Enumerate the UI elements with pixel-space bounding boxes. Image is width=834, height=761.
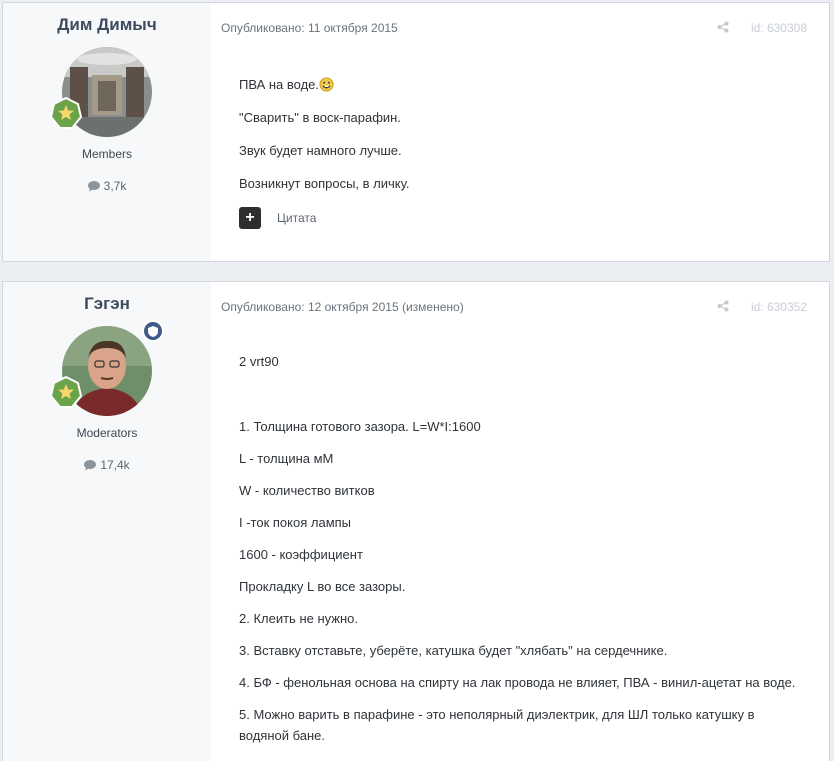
author-panel: Дим Димыч Members 3,7k: [3, 3, 211, 261]
post-line: Прокладку L во все зазоры.: [239, 579, 406, 594]
author-panel: Гэгэн Moderators 17,4k: [3, 282, 211, 761]
avatar-wrap: [50, 320, 164, 416]
post-line: Возникнут вопросы, в личку.: [239, 176, 410, 191]
post-line: 4. БФ - фенольная основа на спирту на ла…: [239, 675, 796, 690]
published-date[interactable]: Опубликовано: 12 октября 2015: [221, 300, 399, 314]
edited-label[interactable]: (изменено): [402, 300, 464, 314]
post-line: 1. Толщина готового зазора. L=W*I:1600: [239, 419, 481, 434]
author-group: Members: [81, 147, 132, 161]
avatar-wrap: [50, 47, 152, 137]
published-date[interactable]: Опубликовано: 11 октября 2015: [221, 21, 398, 35]
post-meta: Опубликовано: 12 октября 2015 (изменено): [221, 300, 464, 314]
plus-icon: +: [245, 209, 255, 226]
author-group: Moderators: [76, 426, 138, 440]
post-line: ПВА на воде.: [239, 76, 819, 94]
author-name[interactable]: Дим Димыч: [3, 15, 211, 35]
smiley-icon: [319, 77, 334, 92]
post-body: 2 vrt90 1. Толщина готового зазора. L=W*…: [239, 353, 819, 745]
multiquote-plus-button[interactable]: +: [239, 207, 261, 229]
rank-badge-icon: [50, 376, 82, 408]
post-count: 3,7k: [3, 179, 211, 193]
comment-icon: [84, 459, 97, 470]
post-content: Опубликовано: 11 октября 2015 id: 630308…: [211, 3, 829, 261]
post-id: id: 630308: [750, 21, 807, 35]
moderator-shield-icon: [142, 320, 164, 342]
share-icon[interactable]: [717, 21, 729, 33]
post-line: L - толщина мМ: [239, 451, 334, 466]
rank-badge-icon: [50, 97, 82, 129]
share-icon[interactable]: [717, 300, 729, 312]
post-1: Дим Димыч Members 3,7k Опубликовано: 11 …: [2, 2, 830, 262]
post-count-value: 3,7k: [103, 179, 127, 193]
post-count-value: 17,4k: [100, 458, 130, 472]
comment-icon: [87, 180, 100, 191]
post-line: 2 vrt90: [239, 354, 279, 369]
post-line: Звук будет намного лучше.: [239, 143, 402, 158]
quote-row: + Цитата: [239, 207, 316, 229]
post-content: Опубликовано: 12 октября 2015 (изменено)…: [211, 282, 829, 761]
author-name[interactable]: Гэгэн: [3, 294, 211, 314]
post-meta: Опубликовано: 11 октября 2015: [221, 21, 398, 35]
post-line: W - количество витков: [239, 483, 375, 498]
post-line: "Сварить" в воск-парафин.: [239, 110, 401, 125]
post-line: I -ток покоя лампы: [239, 515, 352, 530]
post-line: водяной бане.: [239, 728, 326, 743]
post-count: 17,4k: [3, 458, 211, 472]
post-line: 2. Клеить не нужно.: [239, 611, 359, 626]
post-line: 1600 - коэффициент: [239, 547, 363, 562]
post-body: ПВА на воде. "Сварить" в воск-парафин. З…: [239, 76, 819, 193]
post-line: 3. Вставку отставьте, уберёте, катушка б…: [239, 643, 668, 658]
post-2: Гэгэн Moderators 17,4k Опубликовано: 12 …: [2, 281, 830, 761]
post-id: id: 630352: [750, 300, 807, 314]
quote-button[interactable]: Цитата: [277, 211, 316, 225]
post-line: 5. Можно варить в парафине - это неполяр…: [239, 707, 755, 722]
